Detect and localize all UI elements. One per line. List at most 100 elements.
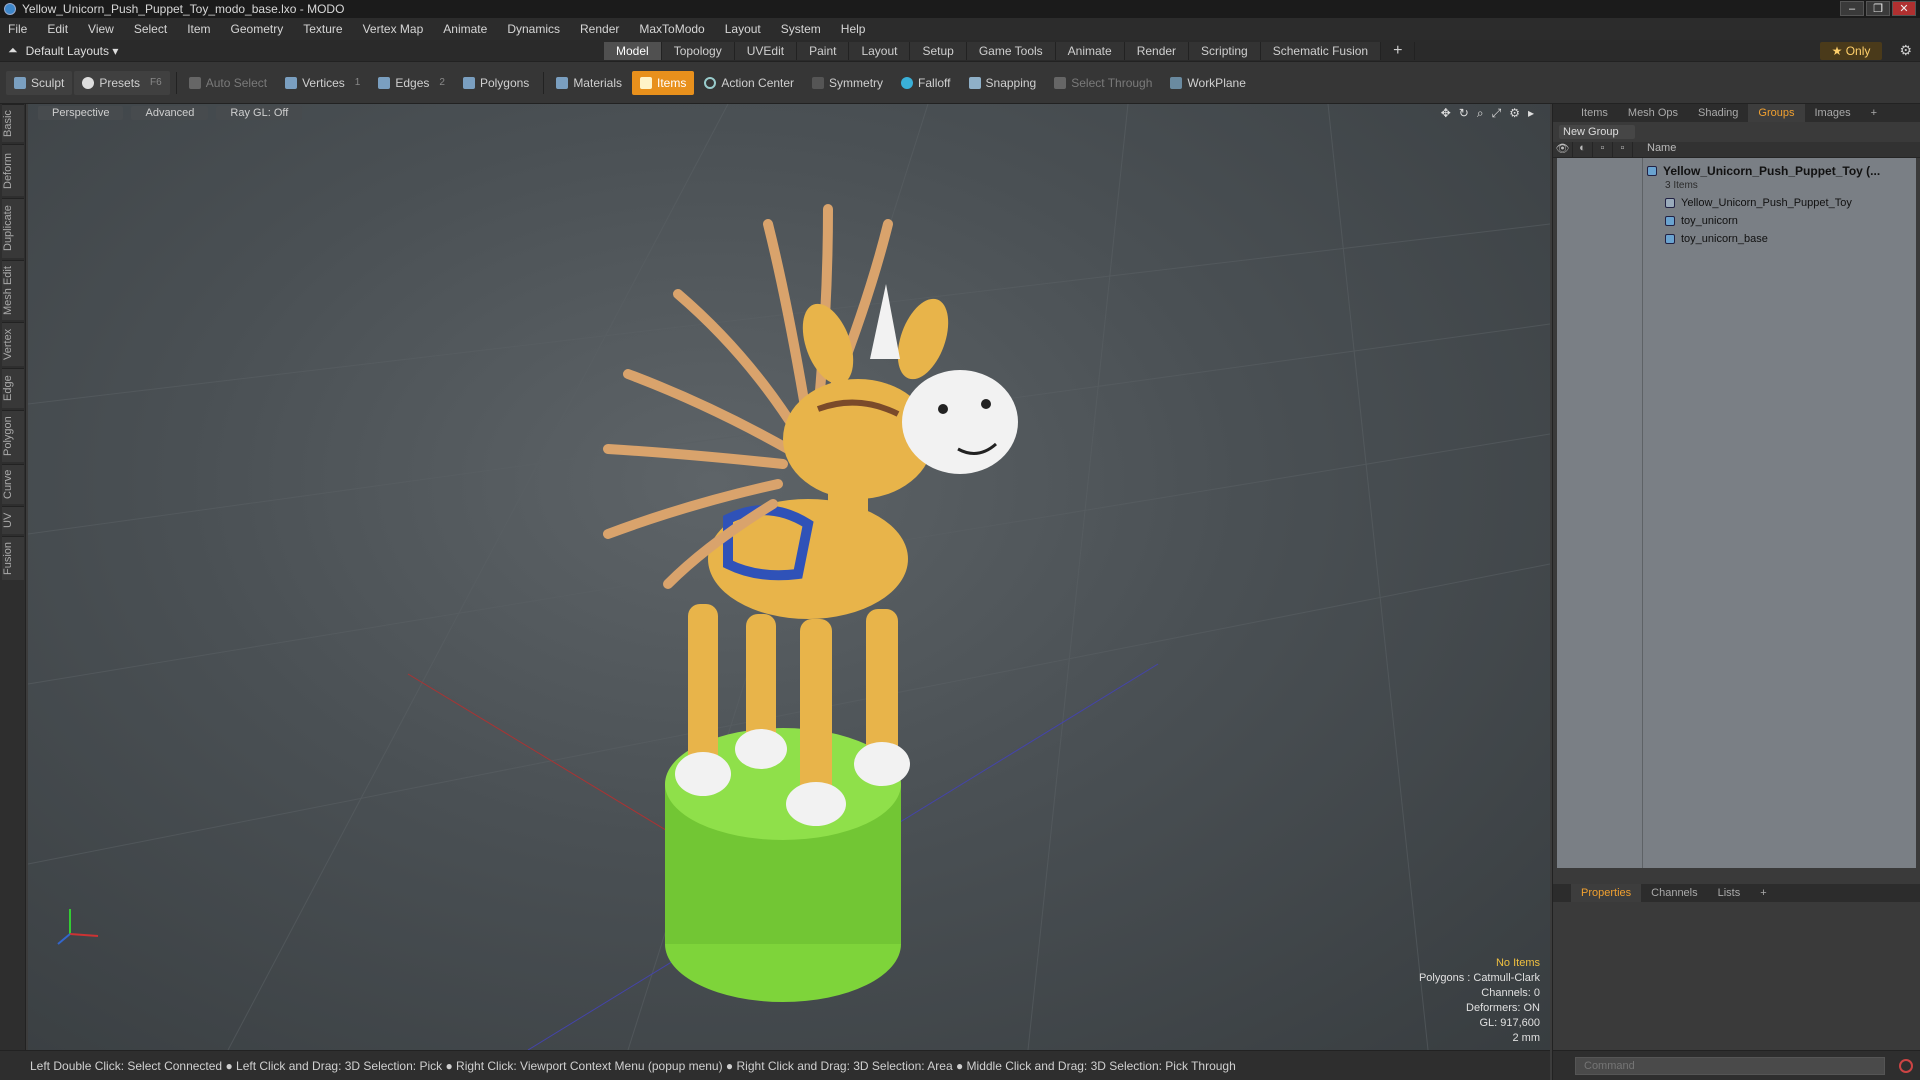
menu-edit[interactable]: Edit [47,22,68,36]
tab-channels[interactable]: Channels [1641,884,1707,902]
tab-duplicate[interactable]: Duplicate [2,198,24,258]
tree-item-row[interactable]: Yellow_Unicorn_Push_Puppet_Toy [1647,194,1910,212]
select-column-icon[interactable]: ▫ [1613,142,1633,157]
items-mode-button[interactable]: Items [632,70,695,95]
tab-model[interactable]: Model [604,42,662,60]
tab-lists[interactable]: Lists [1708,884,1751,902]
presets-button[interactable]: Presets F6 [74,70,170,95]
tab-basic[interactable]: Basic [2,104,24,142]
tab-groups[interactable]: Groups [1748,104,1805,122]
tab-edge[interactable]: Edge [2,368,24,408]
tab-schematic-fusion[interactable]: Schematic Fusion [1260,42,1382,60]
tab-fusion[interactable]: Fusion [2,536,24,580]
tab-images[interactable]: Images [1805,104,1861,122]
lock-column-icon[interactable]: ▫ [1593,142,1613,157]
action-center-button[interactable]: Action Center [696,71,802,95]
gl-info: GL: 917,600 [1479,1017,1540,1029]
layout-dropdown[interactable]: ⏶ Default Layouts ▾ [8,43,118,58]
locator-icon [1665,198,1675,208]
scale-info: 2 mm [1512,1032,1541,1044]
auto-select-button[interactable]: Auto Select [181,71,275,95]
vertices-mode-button[interactable]: Vertices 1 [277,71,368,95]
panel-tabs: Items Mesh Ops Shading Groups Images + [1553,104,1920,122]
falloff-button[interactable]: Falloff [893,71,958,95]
select-through-button[interactable]: Select Through [1046,71,1160,95]
tab-uv[interactable]: UV [2,506,24,534]
menu-system[interactable]: System [781,22,821,36]
tab-topology[interactable]: Topology [661,42,735,60]
rotate-view-icon[interactable]: ↻ [1459,106,1469,121]
new-group-button[interactable]: New Group [1559,125,1635,139]
menu-view[interactable]: View [88,22,114,36]
tab-properties[interactable]: Properties [1571,884,1642,902]
workplane-icon [1170,76,1183,89]
fit-view-icon[interactable]: ⤢ [1492,106,1502,121]
tab-setup[interactable]: Setup [910,42,967,60]
menu-maxtomodo[interactable]: MaxToModo [639,22,704,36]
tab-shading[interactable]: Shading [1688,104,1748,122]
tab-layout[interactable]: Layout [849,42,911,60]
render-column-icon[interactable]: ◐ [1573,142,1593,157]
action-center-label: Action Center [721,75,795,90]
tab-deform[interactable]: Deform [2,144,24,196]
move-view-icon[interactable]: ✥ [1441,106,1451,121]
close-button[interactable]: ✕ [1892,1,1916,16]
tree-item-row[interactable]: toy_unicorn [1647,212,1910,230]
zoom-view-icon[interactable]: ⌕ [1477,106,1484,121]
command-input[interactable] [1575,1056,1885,1075]
layout-dropdown-label: Default Layouts ▾ [25,43,119,58]
menu-texture[interactable]: Texture [303,22,342,36]
tab-items[interactable]: Items [1571,104,1618,122]
tab-game-tools[interactable]: Game Tools [966,42,1056,60]
menu-help[interactable]: Help [841,22,866,36]
menu-animate[interactable]: Animate [443,22,487,36]
add-panel-tab-button[interactable]: + [1861,104,1887,122]
command-history-icon[interactable] [1899,1058,1913,1073]
visibility-column-icon[interactable]: 👁 [1553,142,1573,157]
materials-label: Materials [573,75,622,90]
materials-mode-button[interactable]: Materials [548,71,630,95]
viewport-header: Perspective Advanced Ray GL: Off [28,104,1550,122]
menu-layout[interactable]: Layout [725,22,761,36]
only-button[interactable]: ★ Only [1820,42,1882,60]
menu-select[interactable]: Select [134,22,167,36]
tab-scripting[interactable]: Scripting [1189,42,1261,60]
tab-polygon[interactable]: Polygon [2,410,24,462]
gear-icon[interactable]: ⚙ [1899,42,1912,59]
3d-viewport[interactable]: Perspective Advanced Ray GL: Off ✥ ↻ ⌕ ⤢… [28,104,1550,1050]
viewport-settings-icon[interactable]: ⚙ [1509,106,1520,121]
polygons-mode-button[interactable]: Polygons [455,71,537,95]
raygl-button[interactable]: Ray GL: Off [216,106,303,120]
edges-mode-button[interactable]: Edges 2 [370,71,453,95]
workplane-button[interactable]: WorkPlane [1162,71,1253,95]
maximize-button[interactable]: ❐ [1866,1,1890,16]
toolbar-divider [543,71,545,94]
tab-animate[interactable]: Animate [1055,42,1125,60]
left-tool-tabs: Basic Deform Duplicate Mesh Edit Vertex … [0,104,26,1054]
tab-curve[interactable]: Curve [2,464,24,504]
minimize-button[interactable]: – [1840,1,1864,16]
menu-file[interactable]: File [8,22,27,36]
window-controls: – ❐ ✕ [1840,1,1916,16]
view-mode-button[interactable]: Perspective [38,106,124,120]
tab-uvedit[interactable]: UVEdit [734,42,798,60]
snapping-button[interactable]: Snapping [961,71,1045,95]
menu-geometry[interactable]: Geometry [231,22,284,36]
tab-mesh-edit[interactable]: Mesh Edit [2,260,24,320]
menu-dynamics[interactable]: Dynamics [507,22,560,36]
tree-item-row[interactable]: toy_unicorn_base [1647,230,1910,248]
symmetry-button[interactable]: Symmetry [804,71,891,95]
menu-item[interactable]: Item [187,22,210,36]
add-properties-tab-button[interactable]: + [1750,884,1776,902]
tab-paint[interactable]: Paint [797,42,850,60]
sculpt-button[interactable]: Sculpt [6,70,73,95]
menu-vertex-map[interactable]: Vertex Map [363,22,424,36]
tab-render[interactable]: Render [1124,42,1190,60]
tab-mesh-ops[interactable]: Mesh Ops [1618,104,1688,122]
edges-count: 2 [439,77,445,88]
shading-mode-button[interactable]: Advanced [131,106,209,120]
tab-vertex[interactable]: Vertex [2,322,24,366]
menu-render[interactable]: Render [580,22,619,36]
add-tab-button[interactable]: + [1381,42,1416,60]
viewport-menu-icon[interactable]: ▸ [1528,106,1534,121]
